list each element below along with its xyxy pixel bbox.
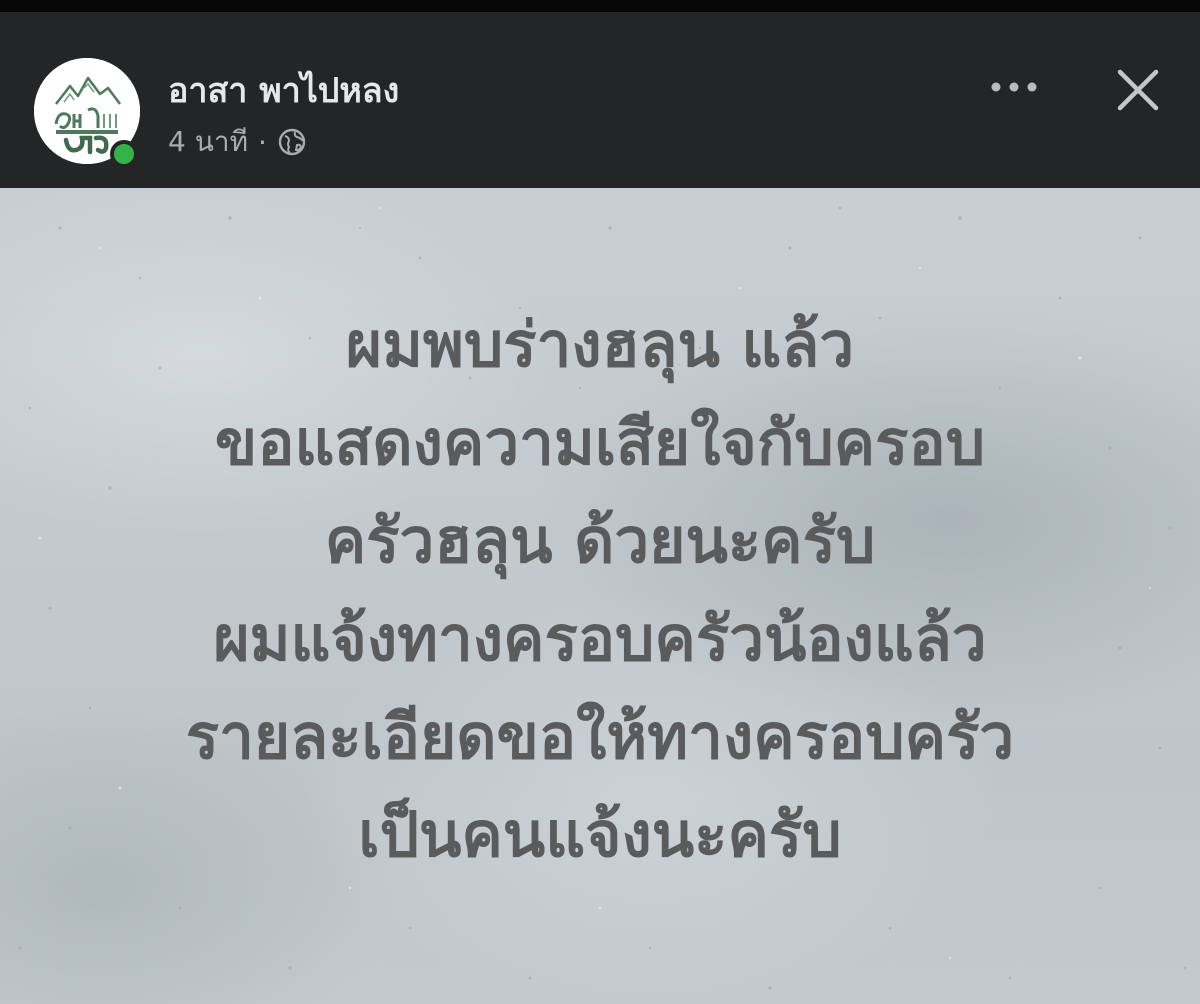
page-name[interactable]: อาสา พาไปหลง [168, 69, 399, 113]
more-horizontal-icon [991, 82, 1037, 92]
globe-icon[interactable] [277, 127, 307, 157]
post-message: ผมพบร่างฮลุน แล้ว ขอแสดงความเสียใจกับครอ… [0, 296, 1200, 884]
post-line: ขอแสดงความเสียใจกับครอบ [214, 406, 986, 479]
post-line: ผมแจ้งทางครอบครัวน้องแล้ว [213, 602, 987, 675]
more-options-button[interactable] [986, 67, 1042, 107]
post-header: อาสา พาไปหลง 4 นาที · [0, 12, 1200, 188]
meta-separator: · [258, 125, 267, 159]
post-line: รายละเอียดขอให้ทางครอบครัว [185, 700, 1015, 773]
post-line: ผมพบร่างฮลุน แล้ว [345, 308, 855, 381]
post-line: เป็นคนแจ้งนะครับ [358, 798, 842, 871]
close-button[interactable] [1112, 64, 1164, 116]
status-strip [0, 0, 1200, 12]
online-status-indicator [110, 140, 138, 168]
close-icon [1117, 69, 1159, 111]
post-line: ครัวฮลุน ด้วยนะครับ [324, 504, 876, 577]
post-meta: 4 นาที · [168, 122, 307, 162]
post-time[interactable]: 4 นาที [168, 120, 248, 164]
post-background: ผมพบร่างฮลุน แล้ว ขอแสดงความเสียใจกับครอ… [0, 188, 1200, 1004]
